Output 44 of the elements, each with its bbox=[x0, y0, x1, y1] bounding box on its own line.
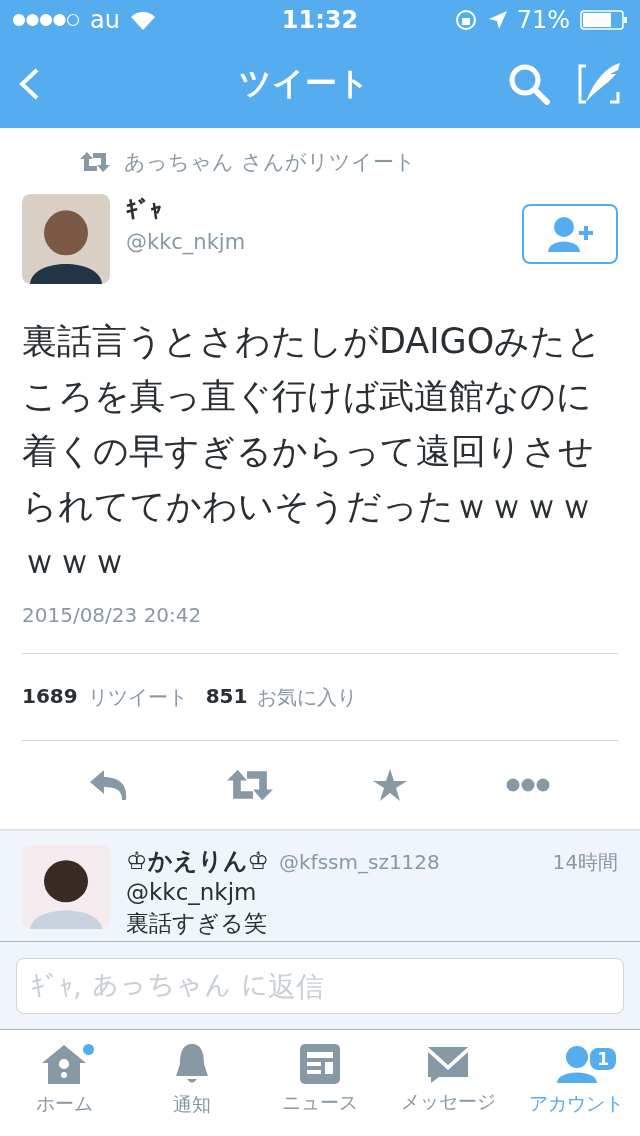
rotation-lock-icon bbox=[454, 9, 479, 31]
reply-user-name[interactable]: ♔かえりん♔ bbox=[126, 845, 270, 877]
avatar[interactable] bbox=[22, 194, 110, 284]
reply-text: 裏話すぎる笑 bbox=[126, 909, 268, 938]
user-name[interactable]: ｷﾞｬ bbox=[126, 196, 506, 224]
location-icon bbox=[488, 11, 507, 29]
stat-label[interactable]: リツイート bbox=[87, 683, 188, 711]
news-icon bbox=[300, 1043, 340, 1084]
compose-icon[interactable] bbox=[578, 62, 622, 106]
reply-user-handle[interactable]: @kfssm_sz1128 bbox=[279, 850, 543, 874]
follow-button[interactable] bbox=[522, 204, 618, 264]
timestamp: 2015/08/23 20:42 bbox=[22, 603, 618, 654]
tab[interactable]: 通知 bbox=[128, 1030, 256, 1129]
add-user-icon bbox=[546, 216, 594, 252]
tab[interactable]: メッセージ bbox=[384, 1030, 512, 1129]
retweeted-by: あっちゃん さんがリツイート bbox=[124, 149, 416, 176]
clock: 11:32 bbox=[281, 6, 359, 34]
tab[interactable]: ニュース bbox=[256, 1030, 384, 1129]
search-icon[interactable] bbox=[508, 63, 550, 105]
reply-icon[interactable] bbox=[89, 770, 128, 800]
battery-percent: 71% bbox=[516, 6, 570, 34]
stat-count[interactable]: 1689 bbox=[22, 683, 78, 711]
page-title: ツイート bbox=[237, 63, 371, 104]
stat-label[interactable]: お気に入り bbox=[257, 683, 358, 711]
more-icon[interactable] bbox=[506, 778, 551, 792]
reply-mention[interactable]: @kkc_nkjm bbox=[126, 877, 618, 908]
user-handle[interactable]: @kkc_nkjm bbox=[126, 230, 506, 254]
retweet-icon bbox=[80, 152, 110, 172]
carrier: au bbox=[90, 6, 120, 34]
back-icon[interactable] bbox=[18, 67, 40, 101]
count-badge: 1 bbox=[588, 1046, 618, 1072]
avatar[interactable] bbox=[22, 845, 110, 929]
wifi-icon bbox=[129, 10, 156, 30]
mail-icon bbox=[427, 1044, 469, 1083]
retweet-icon[interactable] bbox=[227, 769, 274, 801]
tab[interactable]: ホーム bbox=[0, 1030, 128, 1129]
star-icon[interactable] bbox=[372, 769, 407, 801]
battery-icon bbox=[580, 10, 628, 30]
stat-count[interactable]: 851 bbox=[205, 683, 248, 711]
signal-icon bbox=[12, 13, 80, 27]
tab[interactable]: アカウント 1 bbox=[512, 1030, 640, 1129]
home-icon bbox=[41, 1042, 87, 1085]
reply-time: 14時間 bbox=[552, 849, 618, 876]
tweet-text: 裏話言うとさわたしがDAIGOみたところを真っ直ぐ行けば武道館なのに着くの早すぎるからって遠回りさせられててかわいそうだったｗｗｗｗｗｗｗ bbox=[22, 320, 604, 583]
